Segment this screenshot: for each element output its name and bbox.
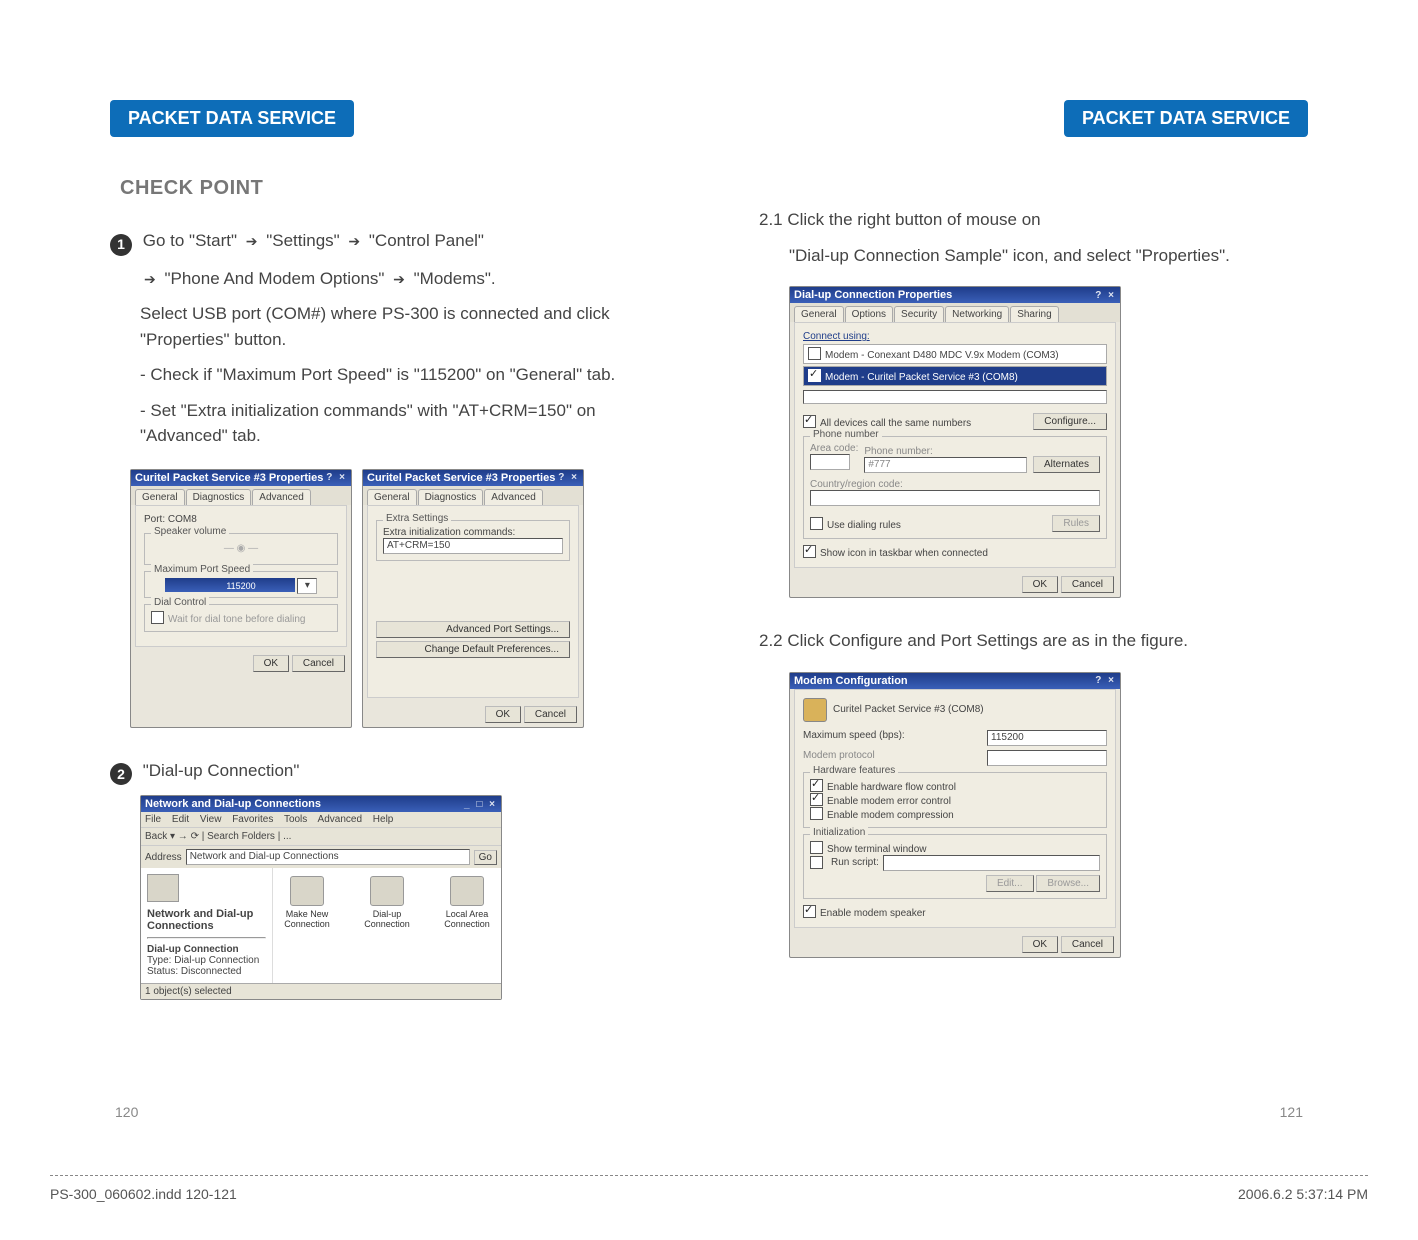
- max-speed-select[interactable]: 115200: [987, 730, 1107, 746]
- cancel-button[interactable]: Cancel: [292, 655, 345, 672]
- properties-general-dialog: Curitel Packet Service #3 Properties? × …: [130, 469, 352, 728]
- dialog-tabs: GeneralDiagnosticsAdvanced: [131, 486, 351, 505]
- properties-advanced-dialog: Curitel Packet Service #3 Properties? × …: [362, 469, 584, 728]
- edit-button[interactable]: Edit...: [986, 875, 1034, 892]
- ok-button[interactable]: OK: [253, 655, 289, 672]
- arrow-icon: ➔: [246, 233, 258, 249]
- alternates-button[interactable]: Alternates: [1033, 456, 1100, 473]
- dialup-connection-icon[interactable]: Dial-up Connection: [357, 876, 417, 975]
- step1-bullet2: - Set "Extra initialization commands" wi…: [140, 398, 659, 449]
- arrow-icon: ➔: [348, 233, 360, 249]
- dialup-properties-dialog: Dial-up Connection Properties? × General…: [789, 286, 1121, 598]
- make-new-connection-icon[interactable]: Make New Connection: [277, 876, 337, 975]
- page-number-right: 121: [1280, 1104, 1303, 1120]
- dialog-tabs: GeneralDiagnosticsAdvanced: [363, 486, 583, 505]
- left-page: PACKET DATA SERVICE CHECK POINT 1 Go to …: [110, 100, 659, 1000]
- toolbar: Back ▾ → ⟳ | Search Folders | ...: [141, 827, 501, 845]
- network-dialup-window: Network and Dial-up Connections _ □ × Fil…: [140, 795, 502, 1000]
- rules-button[interactable]: Rules: [1052, 515, 1100, 532]
- change-default-button[interactable]: Change Default Preferences...: [376, 641, 570, 658]
- window-buttons-icon: ? ×: [1095, 675, 1116, 686]
- step1-part2: "Settings": [266, 231, 344, 250]
- left-header-badge: PACKET DATA SERVICE: [110, 100, 354, 137]
- footer-file: PS-300_060602.indd 120-121: [50, 1186, 237, 1202]
- ok-button[interactable]: OK: [1022, 576, 1058, 593]
- cancel-button[interactable]: Cancel: [1061, 936, 1114, 953]
- phone-number-input[interactable]: #777: [864, 457, 1027, 473]
- modem-option-selected[interactable]: Modem - Curitel Packet Service #3 (COM8): [803, 366, 1107, 386]
- address-bar[interactable]: Network and Dial-up Connections: [186, 849, 470, 865]
- page-number-left: 120: [115, 1104, 138, 1120]
- lan-connection-icon[interactable]: Local Area Connection: [437, 876, 497, 975]
- step-2: 2 "Dial-up Connection": [110, 758, 659, 786]
- go-button[interactable]: Go: [474, 850, 497, 865]
- step-2-1-line2: "Dial-up Connection Sample" icon, and se…: [789, 243, 1308, 269]
- extra-cmd-input[interactable]: AT+CRM=150: [383, 538, 563, 554]
- right-page: PACKET DATA SERVICE 2.1 Click the right …: [759, 100, 1308, 1000]
- cancel-button[interactable]: Cancel: [524, 706, 577, 723]
- right-header-badge: PACKET DATA SERVICE: [1064, 100, 1308, 137]
- window-buttons-icon: _ □ ×: [464, 799, 497, 810]
- ok-button[interactable]: OK: [1022, 936, 1058, 953]
- configure-button[interactable]: Configure...: [1033, 413, 1107, 430]
- ok-button[interactable]: OK: [485, 706, 521, 723]
- step-2-2: 2.2 Click Configure and Port Settings ar…: [759, 628, 1308, 654]
- step1-bullet1: - Check if "Maximum Port Speed" is "1152…: [140, 362, 659, 388]
- step1-part3: "Control Panel": [369, 231, 484, 250]
- step-1-number: 1: [110, 234, 132, 256]
- step1-line3: Select USB port (COM#) where PS-300 is c…: [140, 301, 659, 352]
- browse-button[interactable]: Browse...: [1036, 875, 1100, 892]
- print-footer: PS-300_060602.indd 120-121 2006.6.2 5:37…: [50, 1175, 1368, 1202]
- dialog-tabs: GeneralOptionsSecurityNetworkingSharing: [790, 303, 1120, 322]
- window-buttons-icon: ? ×: [326, 472, 347, 483]
- step1-line2: ➔ "Phone And Modem Options" ➔ "Modems".: [140, 266, 659, 292]
- step-2-1-line1: 2.1 Click the right button of mouse on: [759, 207, 1308, 233]
- arrow-icon: ➔: [144, 271, 156, 287]
- modem-option[interactable]: Modem - Conexant D480 MDC V.9x Modem (CO…: [803, 344, 1107, 364]
- step-1: 1 Go to "Start" ➔ "Settings" ➔ "Control …: [110, 228, 659, 256]
- check-point-heading: CHECK POINT: [120, 177, 659, 200]
- step-2-number: 2: [110, 763, 132, 785]
- footer-timestamp: 2006.6.2 5:37:14 PM: [1238, 1186, 1368, 1202]
- window-buttons-icon: ? ×: [1095, 290, 1116, 301]
- modem-icon: [803, 698, 827, 722]
- menubar: File Edit View Favorites Tools Advanced …: [141, 812, 501, 827]
- window-buttons-icon: ? ×: [558, 472, 579, 483]
- cancel-button[interactable]: Cancel: [1061, 576, 1114, 593]
- status-bar: 1 object(s) selected: [141, 983, 501, 999]
- modem-configuration-dialog: Modem Configuration? × Curitel Packet Se…: [789, 672, 1121, 958]
- step1-part1: Go to "Start": [143, 231, 242, 250]
- adv-port-button[interactable]: Advanced Port Settings...: [376, 621, 570, 638]
- arrow-icon: ➔: [393, 271, 405, 287]
- connections-icons: Make New Connection Dial-up Connection L…: [273, 868, 501, 983]
